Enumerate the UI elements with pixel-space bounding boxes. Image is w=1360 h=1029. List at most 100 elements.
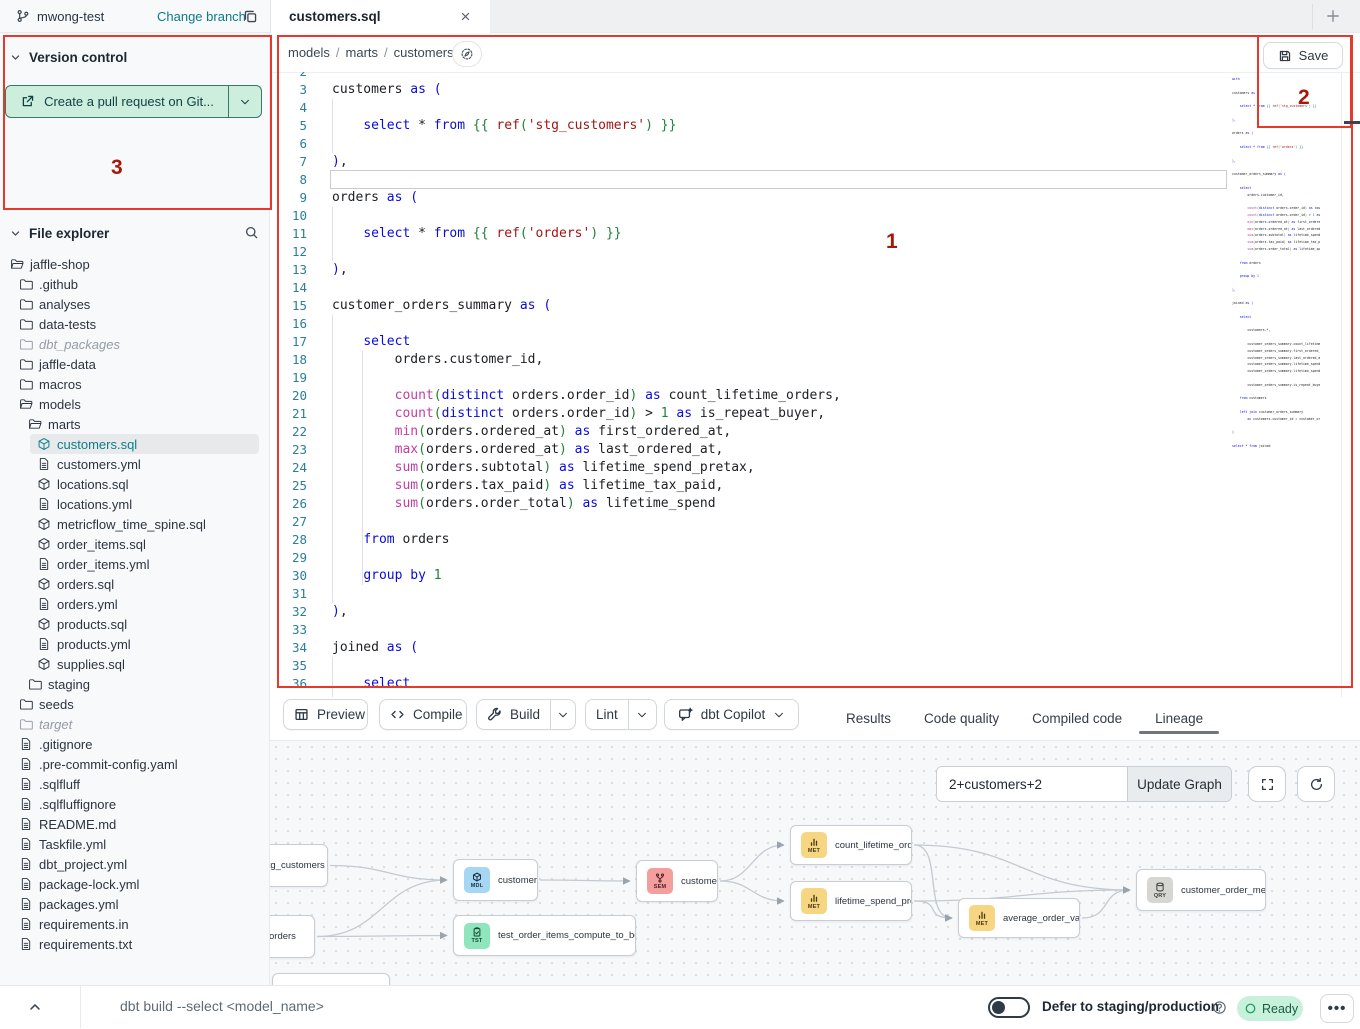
- file-tree-label: customers.yml: [57, 457, 141, 472]
- tab-strip-divider: [1312, 4, 1313, 29]
- lineage-node-met_aov[interactable]: METaverage_order_value: [958, 898, 1080, 938]
- new-tab-plus-icon[interactable]: [1325, 8, 1341, 24]
- code-area[interactable]: 23customers as (45 select * from {{ ref(…: [270, 72, 1360, 697]
- file-tree-item-macros[interactable]: macros: [0, 374, 269, 394]
- close-icon[interactable]: [459, 10, 472, 23]
- help-icon[interactable]: [1212, 1000, 1227, 1015]
- build-button[interactable]: Build: [476, 699, 576, 730]
- file-tree-item-packages.yml[interactable]: packages.yml: [0, 894, 269, 914]
- file-tree-item-orders.yml[interactable]: orders.yml: [0, 594, 269, 614]
- lineage-node-tst_order_items[interactable]: TSTtest_order_items_compute_to_bools...: [453, 915, 636, 956]
- file-tree-item-customers.yml[interactable]: customers.yml: [0, 454, 269, 474]
- lint-dropdown-chevron[interactable]: [628, 700, 656, 729]
- file-tree-item-jaffle-shop[interactable]: jaffle-shop: [0, 254, 269, 274]
- editor-tab-customers-sql[interactable]: customers.sql: [270, 0, 491, 33]
- file-tree-item-marts[interactable]: marts: [0, 414, 269, 434]
- file-tree-item-order_items.sql[interactable]: order_items.sql: [0, 534, 269, 554]
- file-tree-label: requirements.txt: [39, 937, 132, 952]
- code-line-3: 3customers as (: [270, 81, 1360, 99]
- build-dropdown-chevron[interactable]: [550, 700, 575, 729]
- compile-button[interactable]: Compile: [379, 699, 467, 730]
- pr-dropdown-chevron[interactable]: [228, 86, 261, 117]
- editor-tab-title: customers.sql: [289, 9, 381, 24]
- breadcrumb-item-models[interactable]: models: [288, 45, 330, 60]
- ready-label: Ready: [1262, 1002, 1298, 1016]
- code-line-20: 20 count(distinct orders.order_id) as co…: [270, 387, 1360, 405]
- file-tree-item-products.yml[interactable]: products.yml: [0, 634, 269, 654]
- file-tree-item-products.sql[interactable]: products.sql: [0, 614, 269, 634]
- file-tree-label: locations.yml: [57, 497, 132, 512]
- file-icon: [37, 637, 51, 651]
- code-line-13: 13),: [270, 261, 1360, 279]
- code-line-30: 30 group by 1: [270, 567, 1360, 585]
- file-tree-item-.github[interactable]: .github: [0, 274, 269, 294]
- file-tree-item-dbt_project.yml[interactable]: dbt_project.yml: [0, 854, 269, 874]
- lineage-node-sem_customers[interactable]: SEMcustomers: [636, 860, 718, 902]
- file-tree-item-.sqlfluffignore[interactable]: .sqlfluffignore: [0, 794, 269, 814]
- file-tree-item-README.md[interactable]: README.md: [0, 814, 269, 834]
- lineage-node-qry_metrics[interactable]: QRYcustomer_order_metrics: [1136, 869, 1266, 911]
- file-tree-item-locations.yml[interactable]: locations.yml: [0, 494, 269, 514]
- version-control-header[interactable]: Version control: [10, 50, 127, 65]
- tab-compiled-code[interactable]: Compiled code: [1032, 697, 1122, 740]
- fullscreen-button[interactable]: [1248, 766, 1286, 802]
- file-tree-item-customers.sql[interactable]: customers.sql: [30, 434, 259, 454]
- file-tree-item-jaffle-data[interactable]: jaffle-data: [0, 354, 269, 374]
- file-tree-label: supplies.sql: [57, 657, 125, 672]
- refresh-button[interactable]: [1297, 766, 1335, 802]
- defer-toggle[interactable]: [988, 997, 1030, 1018]
- tab-results[interactable]: Results: [846, 697, 891, 740]
- copy-icon[interactable]: [243, 9, 258, 24]
- code-line-7: 7),: [270, 153, 1360, 171]
- file-tree-item-dbt_packages[interactable]: dbt_packages: [0, 334, 269, 354]
- file-tree-item-requirements.in[interactable]: requirements.in: [0, 914, 269, 934]
- file-tree-item-supplies.sql[interactable]: supplies.sql: [0, 654, 269, 674]
- file-tree-item-locations.sql[interactable]: locations.sql: [0, 474, 269, 494]
- update-graph-button[interactable]: Update Graph: [1127, 767, 1231, 801]
- editor-minimap[interactable]: with customers as ( select * from {{ ref…: [1232, 76, 1320, 474]
- dbt-explorer-compass-button[interactable]: [452, 41, 482, 67]
- file-tree-item-metricflow_time_spine.sql[interactable]: metricflow_time_spine.sql: [0, 514, 269, 534]
- create-pull-request-button[interactable]: Create a pull request on Git...: [5, 85, 262, 118]
- file-tree-item-data-tests[interactable]: data-tests: [0, 314, 269, 334]
- file-tree-item-.pre-commit-config.yaml[interactable]: .pre-commit-config.yaml: [0, 754, 269, 774]
- lint-button[interactable]: Lint: [585, 699, 657, 730]
- command-input-placeholder[interactable]: dbt build --select <model_name>: [120, 998, 324, 1014]
- tab-lineage[interactable]: Lineage: [1155, 697, 1203, 740]
- lineage-selector-input[interactable]: [937, 767, 1127, 801]
- tab-code-quality[interactable]: Code quality: [924, 697, 999, 740]
- met-badge: MET: [801, 888, 827, 914]
- file-tree-item-staging[interactable]: staging: [0, 674, 269, 694]
- file-explorer-header[interactable]: File explorer: [10, 226, 109, 241]
- file-tree-item-seeds[interactable]: seeds: [0, 694, 269, 714]
- change-branch-link[interactable]: Change branch: [157, 9, 246, 24]
- file-tree-label: products.yml: [57, 637, 131, 652]
- file-tree-item-target[interactable]: target: [0, 714, 269, 734]
- lineage-node-mdl_customers[interactable]: MDLcustomers: [453, 859, 538, 901]
- file-tree-item-Taskfile.yml[interactable]: Taskfile.yml: [0, 834, 269, 854]
- lineage-node-met_pretax[interactable]: METlifetime_spend_pretax: [790, 881, 912, 921]
- search-icon[interactable]: [244, 225, 259, 240]
- file-tree-label: staging: [48, 677, 90, 692]
- file-tree-item-requirements.txt[interactable]: requirements.txt: [0, 934, 269, 954]
- dbt-copilot-button[interactable]: dbt Copilot: [664, 699, 799, 730]
- file-tree-item-analyses[interactable]: analyses: [0, 294, 269, 314]
- file-tree-item-orders.sql[interactable]: orders.sql: [0, 574, 269, 594]
- more-options-button[interactable]: •••: [1320, 994, 1354, 1023]
- lineage-node-stg_orders[interactable]: orders: [270, 915, 315, 958]
- breadcrumb-item-marts[interactable]: marts: [346, 45, 379, 60]
- save-button[interactable]: Save: [1263, 42, 1343, 69]
- file-tree-item-.gitignore[interactable]: .gitignore: [0, 734, 269, 754]
- file-tree-item-package-lock.yml[interactable]: package-lock.yml: [0, 874, 269, 894]
- file-tree-item-order_items.yml[interactable]: order_items.yml: [0, 554, 269, 574]
- lineage-node-met_count[interactable]: METcount_lifetime_orders: [790, 825, 912, 865]
- file-icon: [19, 757, 33, 771]
- preview-button[interactable]: Preview: [283, 699, 368, 730]
- file-tree-item-models[interactable]: models: [0, 394, 269, 414]
- chevron-up-icon[interactable]: [28, 1000, 42, 1014]
- file-tree-item-.sqlfluff[interactable]: .sqlfluff: [0, 774, 269, 794]
- file-tree-label: dbt_packages: [39, 337, 120, 352]
- file-tree-label: marts: [48, 417, 81, 432]
- lineage-node-stg_customers[interactable]: stg_customers: [270, 844, 328, 887]
- code-line-8: 8: [270, 171, 1360, 189]
